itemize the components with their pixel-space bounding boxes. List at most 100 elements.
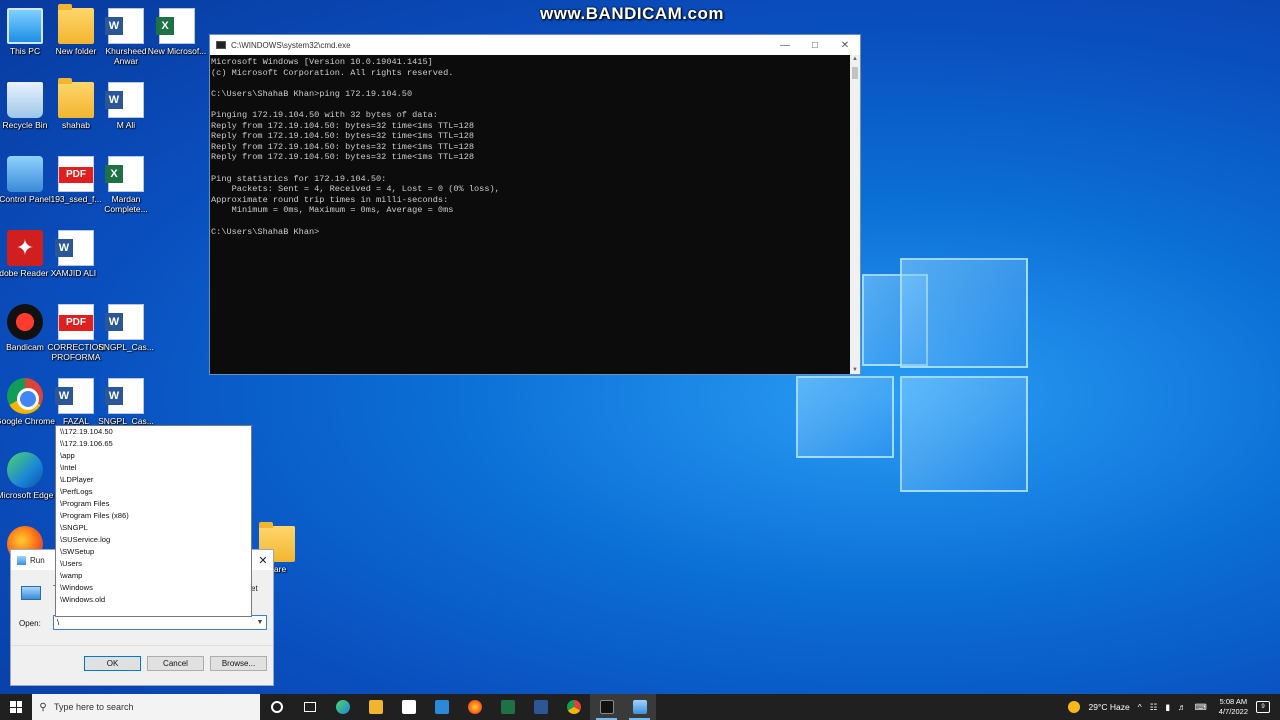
control-panel-icon xyxy=(7,156,43,192)
console-output[interactable]: Microsoft Windows [Version 10.0.19041.14… xyxy=(210,55,850,374)
chevron-down-icon[interactable]: ▼ xyxy=(254,616,266,629)
pdf-icon: PDF xyxy=(58,156,94,192)
desktop-icon-label: M Ali xyxy=(116,120,136,130)
weather-text[interactable]: 29°C Haze xyxy=(1089,702,1130,712)
desktop-icon-microsoft-edge[interactable]: Microsoft Edge xyxy=(0,452,57,500)
desktop-icon-amjid-ali[interactable]: W AMJID ALI xyxy=(44,230,108,278)
autocomplete-item[interactable]: \Intel xyxy=(58,462,249,474)
edge-icon xyxy=(7,452,43,488)
recycle-bin-icon xyxy=(7,82,43,118)
cmd-titlebar[interactable]: C:\WINDOWS\system32\cmd.exe — □ ✕ xyxy=(210,35,860,55)
close-icon[interactable]: ✕ xyxy=(830,40,860,51)
cmd-title: C:\WINDOWS\system32\cmd.exe xyxy=(231,40,351,50)
clock[interactable]: 5:08 AM 4/7/2022 xyxy=(1219,697,1248,717)
store-icon[interactable] xyxy=(392,694,425,720)
autocomplete-item[interactable]: \Windows xyxy=(58,582,249,594)
cancel-button[interactable]: Cancel xyxy=(147,656,204,671)
pdf-icon: PDF xyxy=(58,304,94,340)
clock-date: 4/7/2022 xyxy=(1218,707,1248,716)
run-description-fragment: et xyxy=(251,584,258,593)
desktop-icon-sngpl-cas-2[interactable]: W SNGPL_Cas... xyxy=(94,378,158,426)
autocomplete-item[interactable]: \SWSetup xyxy=(58,546,249,558)
cmd-icon xyxy=(216,41,226,49)
autocomplete-item[interactable]: \Program Files (x86) xyxy=(58,510,249,522)
word-document-icon: W xyxy=(105,8,144,44)
minimize-icon[interactable]: — xyxy=(770,40,800,51)
open-input[interactable]: \ xyxy=(57,618,59,627)
autocomplete-item[interactable]: \app xyxy=(58,450,249,462)
cmd-taskbar-icon[interactable] xyxy=(590,694,623,720)
word-document-icon: W xyxy=(105,304,144,340)
desktop-icon-m-ali[interactable]: W M Ali xyxy=(94,82,158,130)
autocomplete-item[interactable]: \SUService.log xyxy=(58,534,249,546)
folder-icon xyxy=(58,4,94,44)
desktop-icon-label: Mardan Complete... xyxy=(104,194,148,214)
console-line: (c) Microsoft Corporation. All rights re… xyxy=(211,67,454,78)
autocomplete-item[interactable]: \\172.19.104.50 xyxy=(58,426,249,438)
desktop-icon-mardan-complete[interactable]: X Mardan Complete... xyxy=(94,156,158,214)
autocomplete-list[interactable]: \\172.19.104.50 \\172.19.106.65 \app \Intel… xyxy=(55,425,252,617)
chrome-taskbar-icon[interactable] xyxy=(557,694,590,720)
clock-time: 5:08 AM xyxy=(1219,697,1248,706)
keyboard-icon[interactable]: ⌨ xyxy=(1195,702,1207,713)
file-explorer-icon[interactable] xyxy=(359,694,392,720)
search-placeholder: Type here to search xyxy=(54,702,134,712)
network-icon[interactable]: ☷ xyxy=(1150,702,1158,713)
run-program-icon xyxy=(21,586,41,600)
autocomplete-item[interactable]: \Windows.old xyxy=(58,594,249,606)
firefox-taskbar-icon[interactable] xyxy=(458,694,491,720)
console-line: Reply from 172.19.104.50: bytes=32 time<… xyxy=(211,131,475,142)
volume-icon[interactable]: ♬ xyxy=(1178,702,1187,712)
cmd-window[interactable]: C:\WINDOWS\system32\cmd.exe — □ ✕ Micros… xyxy=(209,34,861,375)
console-line: Ping statistics for 172.19.104.50: xyxy=(211,173,387,184)
maximize-icon[interactable]: □ xyxy=(800,40,830,51)
autocomplete-item[interactable]: \Users xyxy=(58,558,249,570)
autocomplete-item[interactable]: \Program Files xyxy=(58,498,249,510)
run-icon xyxy=(17,555,26,565)
console-line: Microsoft Windows [Version 10.0.19041.14… xyxy=(211,57,433,67)
ok-button[interactable]: OK xyxy=(84,656,141,671)
system-tray: 29°C Haze ^ ☷ ▮ ♬ ⌨ 5:08 AM 4/7/2022 9 xyxy=(1067,694,1280,720)
open-combobox[interactable]: \ ▼ xyxy=(53,615,267,630)
browse-button[interactable]: Browse... xyxy=(210,656,267,671)
desktop-icon-sngpl-cas-1[interactable]: W SNGPL_Cas... xyxy=(94,304,158,352)
desktop-icon-new-microsoft[interactable]: X New Microsof... xyxy=(145,8,209,56)
console-line: C:\Users\ShahaB Khan>ping 172.19.104.50 xyxy=(211,88,413,99)
desktop-icon-label: SNGPL_Cas... xyxy=(98,342,154,352)
autocomplete-item[interactable]: \LDPlayer xyxy=(58,474,249,486)
mail-icon[interactable] xyxy=(425,694,458,720)
console-line: Reply from 172.19.104.50: bytes=32 time<… xyxy=(211,152,475,163)
cortana-icon[interactable] xyxy=(260,694,293,720)
console-line: Pinging 172.19.104.50 with 32 bytes of d… xyxy=(211,109,438,120)
excel-taskbar-icon[interactable] xyxy=(491,694,524,720)
autocomplete-item[interactable]: \PerfLogs xyxy=(58,486,249,498)
chevron-up-icon[interactable]: ^ xyxy=(1138,702,1142,712)
word-taskbar-icon[interactable] xyxy=(524,694,557,720)
autocomplete-item[interactable]: \SNGPL xyxy=(58,522,249,534)
word-document-icon: W xyxy=(55,230,94,266)
search-icon: ⚲ xyxy=(39,701,47,713)
autocomplete-item[interactable]: \\172.19.106.65 xyxy=(58,438,249,450)
weather-icon[interactable] xyxy=(1067,701,1080,713)
scroll-down-icon[interactable]: ▼ xyxy=(850,367,860,373)
desktop-icon-label: New Microsof... xyxy=(147,46,207,56)
scroll-thumb[interactable] xyxy=(852,67,858,79)
task-view-icon[interactable] xyxy=(293,694,326,720)
cmd-scrollbar[interactable]: ▲ ▼ xyxy=(850,55,860,374)
adobe-reader-icon: ✦ xyxy=(7,230,43,266)
taskbar: ⚲ Type here to search 29°C Haze ^ ☷ ▮ ♬ … xyxy=(0,694,1280,720)
taskbar-search[interactable]: ⚲ Type here to search xyxy=(32,694,260,720)
run-taskbar-icon[interactable] xyxy=(623,694,656,720)
taskbar-pinned-apps xyxy=(260,694,656,720)
scroll-up-icon[interactable]: ▲ xyxy=(850,56,860,62)
excel-document-icon: X xyxy=(105,156,144,192)
notification-icon[interactable]: 9 xyxy=(1256,701,1270,713)
battery-icon[interactable]: ▮ xyxy=(1165,702,1170,713)
autocomplete-item[interactable]: \wamp xyxy=(58,570,249,582)
edge-taskbar-icon[interactable] xyxy=(326,694,359,720)
close-icon[interactable]: ✕ xyxy=(253,554,273,567)
start-button[interactable] xyxy=(0,694,32,720)
